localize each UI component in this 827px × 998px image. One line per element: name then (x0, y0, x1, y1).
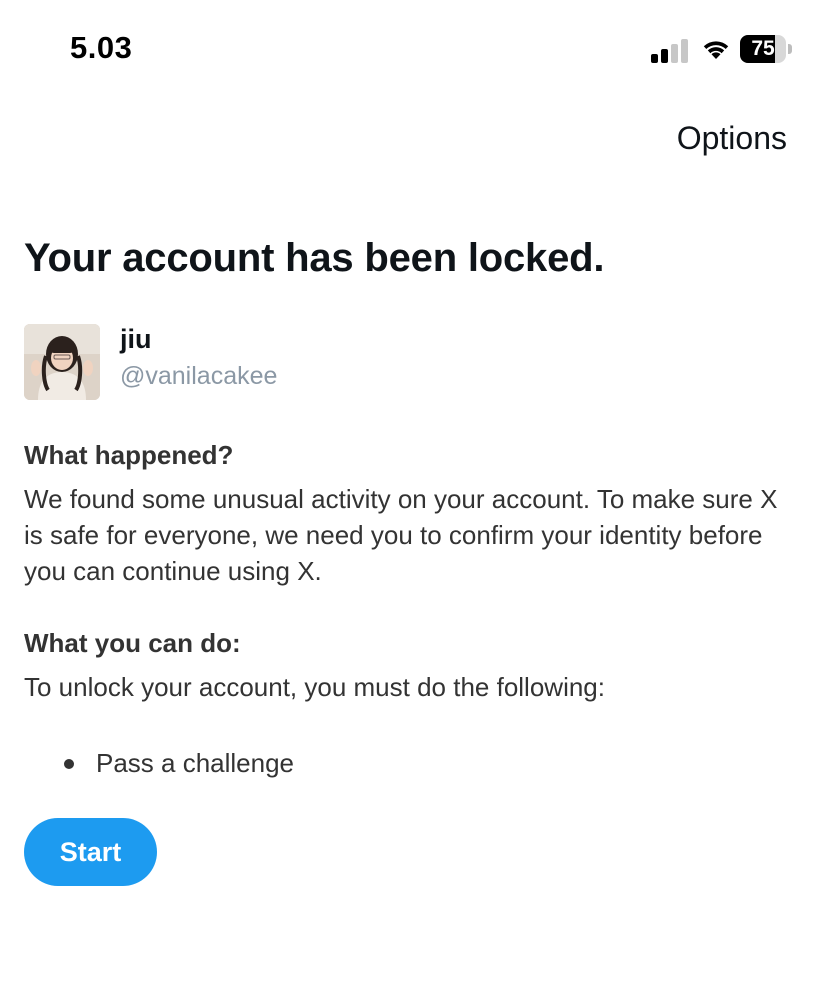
signal-bar-2 (661, 49, 668, 63)
what-you-can-do-body: To unlock your account, you must do the … (24, 672, 605, 702)
battery-cap (788, 44, 792, 54)
what-happened-body: We found some unusual activity on your a… (24, 484, 778, 586)
signal-bar-1 (651, 54, 658, 63)
step-label: Pass a challenge (96, 748, 295, 778)
signal-bar-3 (671, 44, 678, 63)
what-happened-heading: What happened? (24, 440, 234, 470)
display-name: jiu (120, 324, 152, 354)
battery-level: 75 (751, 37, 775, 60)
status-bar: 5.03 75 (0, 0, 827, 100)
bullet-icon (64, 759, 74, 769)
account-info: jiu @vanilacakee (24, 324, 724, 400)
options-button[interactable]: Options (677, 120, 787, 157)
page-title: Your account has been locked. (24, 236, 605, 280)
start-button[interactable]: Start (24, 818, 157, 886)
unlock-steps-list: Pass a challenge (60, 744, 294, 782)
status-time: 5.03 (70, 30, 133, 65)
avatar (24, 324, 100, 400)
signal-bar-4 (681, 39, 688, 63)
list-item: Pass a challenge (60, 744, 294, 782)
cellular-signal-icon (651, 37, 691, 63)
what-you-can-do-heading: What you can do: (24, 628, 241, 658)
battery-icon: 75 (740, 35, 792, 63)
account-handle: @vanilacakee (120, 362, 278, 390)
wifi-icon (700, 37, 732, 61)
